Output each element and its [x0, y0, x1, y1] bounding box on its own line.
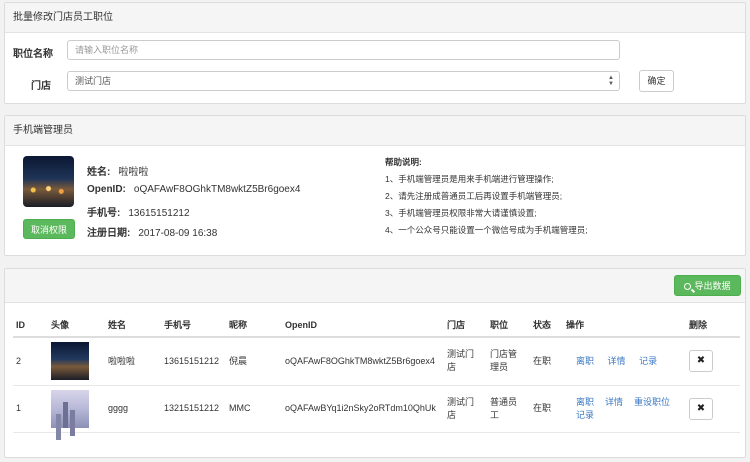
cell-store: 测试门店 [444, 385, 487, 433]
table-header-row: ID 头像 姓名 手机号 昵称 OpenID 门店 职位 状态 操作 删除 [13, 313, 740, 338]
admin-openid-value: oQAFAwF8OGhkTM8wktZ5Br6goex4 [133, 184, 301, 195]
details-link[interactable]: 详情 [608, 356, 626, 366]
help-item: 4、一个公众号只能设置一个微信号成为手机端管理员; [385, 225, 588, 235]
records-link[interactable]: 记录 [576, 410, 594, 420]
admin-phone-value: 13615151212 [128, 208, 190, 219]
admin-date-value: 2017-08-09 16:38 [138, 228, 218, 239]
cell-id: 1 [13, 385, 48, 433]
admin-phone-line: 手机号: 13615151212 [87, 204, 190, 219]
col-header-nickname: 昵称 [226, 313, 282, 338]
role-line: 工 [490, 409, 500, 420]
cancel-permission-button[interactable]: 取消权限 [23, 219, 75, 239]
admin-date-line: 注册日期: 2017-08-09 16:38 [87, 224, 217, 239]
mobile-admin-title: 手机端管理员 [5, 116, 745, 146]
records-link[interactable]: 记录 [639, 356, 657, 366]
col-header-avatar: 头像 [48, 313, 105, 338]
help-item: 1、手机端管理员是用来手机端进行管理操作; [385, 174, 554, 184]
table-row: 1 gggg 13215151212 MMC oQAFAwBYq1i2nSky2… [13, 385, 740, 433]
mobile-admin-panel: 手机端管理员 取消权限 姓名: 啦啦啦 OpenID: oQAFAwF8OGhkTM… [4, 115, 746, 256]
table-row: 2 啦啦啦 13615151212 倪晨 oQAFAwF8OGhkTM8wktZ… [13, 337, 740, 386]
batch-modify-panel: 批量修改门店员工职位 职位名称 请输入职位名称 门店 测试门店 ▲ ▼ 确定 [4, 2, 746, 104]
search-icon [684, 283, 692, 290]
cell-delete: ✖ [686, 385, 740, 433]
store-line: 测试门 [447, 349, 475, 360]
resign-link[interactable]: 离职 [576, 397, 594, 407]
cell-role: 普通员工 [487, 385, 530, 433]
batch-modify-title: 批量修改门店员工职位 [5, 3, 745, 33]
skyline-avatar [51, 389, 89, 428]
admin-name-line: 姓名: 啦啦啦 [87, 163, 148, 178]
store-label: 门店 [31, 81, 51, 92]
staff-table-panel: 导出数据 ID 头像 姓名 手机号 昵称 OpenID 门店 职位 状态 操作 … [4, 268, 746, 458]
admin-date-label: 注册日期: [87, 228, 131, 239]
admin-avatar [23, 156, 74, 207]
cell-openid: oQAFAwBYq1i2nSky2oRTdm10QhUk [282, 385, 444, 433]
export-label: 导出数据 [694, 281, 731, 291]
col-header-delete: 删除 [686, 313, 740, 338]
delete-button[interactable]: ✖ [689, 397, 713, 420]
col-header-status: 状态 [530, 313, 563, 338]
reset-role-link[interactable]: 重设职位 [634, 397, 670, 407]
resign-link[interactable]: 离职 [576, 356, 594, 366]
details-link[interactable]: 详情 [605, 397, 623, 407]
cell-status: 在职 [530, 385, 563, 433]
cell-actions: 离职 详情 记录 [563, 337, 686, 386]
col-header-id: ID [13, 313, 48, 338]
store-select-value: 测试门店 [75, 76, 112, 86]
cell-phone: 13615151212 [161, 337, 226, 386]
position-label: 职位名称 [13, 49, 53, 60]
col-header-name: 姓名 [105, 313, 161, 338]
cell-phone: 13215151212 [161, 385, 226, 433]
col-header-role: 职位 [487, 313, 530, 338]
store-line: 店 [447, 409, 457, 420]
store-line: 测试门 [447, 396, 475, 407]
cell-actions: 离职 记录 详情 重设职位 [563, 385, 686, 433]
table-toolbar: 导出数据 [5, 269, 745, 303]
role-line: 门店管 [490, 349, 518, 360]
cell-name: gggg [105, 385, 161, 433]
position-name-input[interactable]: 请输入职位名称 [67, 40, 620, 60]
help-item: 3、手机端管理员权限非常大请谨慎设置; [385, 208, 537, 218]
admin-name-value: 啦啦啦 [118, 167, 149, 178]
admin-openid-line: OpenID: oQAFAwF8OGhkTM8wktZ5Br6goex4 [87, 184, 300, 195]
cell-role: 门店管 理员 [487, 337, 530, 386]
col-header-actions: 操作 [563, 313, 686, 338]
store-line: 店 [447, 362, 457, 373]
cell-name: 啦啦啦 [105, 337, 161, 386]
delete-button[interactable]: ✖ [689, 350, 713, 373]
role-line: 理员 [490, 362, 509, 373]
cell-avatar [48, 337, 105, 386]
help-section: 帮助说明: 1、手机端管理员是用来手机端进行管理操作; 2、请先注册成普通员工后… [385, 154, 588, 239]
help-title: 帮助说明: [385, 157, 422, 167]
cell-nickname: MMC [226, 385, 282, 433]
cell-status: 在职 [530, 337, 563, 386]
col-header-phone: 手机号 [161, 313, 226, 338]
staff-table: ID 头像 姓名 手机号 昵称 OpenID 门店 职位 状态 操作 删除 2 … [13, 313, 740, 433]
admin-phone-label: 手机号: [87, 208, 121, 219]
role-line: 普通员 [490, 396, 518, 407]
select-arrows-icon: ▲ ▼ [608, 75, 614, 87]
col-header-store: 门店 [444, 313, 487, 338]
export-data-button[interactable]: 导出数据 [674, 275, 741, 296]
cell-openid: oQAFAwF8OGhkTM8wktZ5Br6goex4 [282, 337, 444, 386]
store-select[interactable]: 测试门店 ▲ ▼ [67, 71, 620, 91]
cell-store: 测试门店 [444, 337, 487, 386]
col-header-openid: OpenID [282, 313, 444, 338]
help-item: 2、请先注册成普通员工后再设置手机端管理员; [385, 191, 563, 201]
confirm-button[interactable]: 确定 [639, 70, 674, 92]
cell-nickname: 倪晨 [226, 337, 282, 386]
admin-openid-label: OpenID: [87, 184, 126, 195]
admin-name-label: 姓名: [87, 167, 111, 178]
night-city-avatar [51, 342, 89, 381]
cell-delete: ✖ [686, 337, 740, 386]
cell-avatar [48, 385, 105, 433]
cell-id: 2 [13, 337, 48, 386]
